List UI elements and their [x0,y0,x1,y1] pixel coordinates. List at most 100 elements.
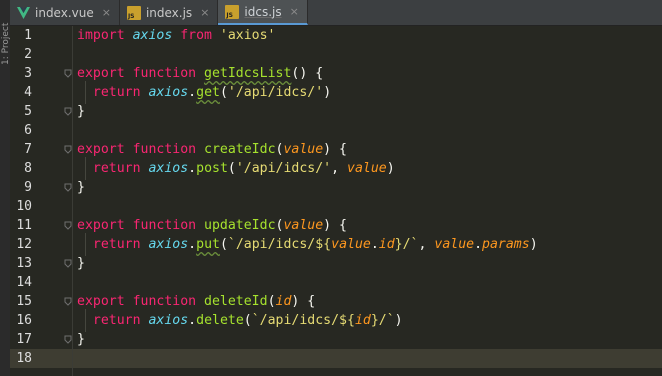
code-token: () { [291,66,324,81]
line-number: 6 [24,123,32,138]
code-token: . [188,85,197,100]
code-token: ) { [323,142,347,157]
code-text: export function updateIdc(value) { [77,216,347,235]
close-icon[interactable]: × [200,6,209,19]
code-token: axios [132,28,173,43]
editor-tab-bar: index.vue × JS index.js × JS idcs.js × [10,0,662,26]
code-token: from [172,28,220,43]
code-line[interactable]: 4 return axios.get('/api/idcs/') [10,83,662,102]
code-token: export function [77,66,205,81]
line-number: 16 [16,313,32,328]
fold-marker-icon[interactable] [64,183,72,192]
code-token: id [354,313,371,328]
code-token: import [77,28,133,43]
vue-icon [17,6,30,19]
code-token: , [331,161,348,176]
code-token: . [188,161,197,176]
code-text: export function getIdcsList() { [77,64,323,83]
tab-index-vue[interactable]: index.vue × [10,0,120,25]
code-line[interactable]: 17} [10,330,662,349]
code-token: id [378,237,395,252]
code-token: }/` [394,237,419,252]
line-number: 8 [24,161,32,176]
code-token: id [275,294,292,309]
code-token: updateIdc [204,218,276,233]
fold-marker-icon[interactable] [64,221,72,230]
code-token: return [92,313,149,328]
line-number: 7 [24,142,32,157]
code-line[interactable]: 5} [10,102,662,121]
line-number: 15 [16,294,32,309]
code-line[interactable]: 11 export function updateIdc(value) { [10,216,662,235]
fold-marker-icon[interactable] [64,69,72,78]
code-line[interactable]: 15 export function deleteId(id) { [10,292,662,311]
fold-marker-icon[interactable] [64,297,72,306]
line-number: 5 [24,104,32,119]
code-text: export function deleteId(id) { [77,292,315,311]
fold-marker-icon[interactable] [64,335,72,344]
indent-guide [85,309,86,332]
code-token: axios [148,313,189,328]
close-icon[interactable]: × [290,5,299,18]
code-token: }/` [370,313,395,328]
code-text: return axios.delete(`/api/idcs/${id}/`) [77,311,403,330]
code-line[interactable]: 3 export function getIdcsList() { [10,64,662,83]
code-line[interactable]: 16 return axios.delete(`/api/idcs/${id}/… [10,311,662,330]
code-token: ) { [291,294,316,309]
code-line[interactable]: 13} [10,254,662,273]
code-token: } [77,332,85,347]
line-number: 4 [24,85,32,100]
js-badge: JS [127,12,135,20]
tab-label: index.js [145,5,193,20]
ide-window: 1: Project index.vue × JS index.js × JS … [0,0,662,376]
code-line[interactable]: 8 return axios.post('/api/idcs/', value) [10,159,662,178]
indent-guide [85,157,86,180]
indent-guide [85,233,86,256]
code-line[interactable]: 14 [10,273,662,292]
fold-marker-icon[interactable] [64,259,72,268]
fold-marker-icon[interactable] [64,145,72,154]
code-token: `/api/idcs/${ [251,313,355,328]
code-token: ) [323,85,332,100]
code-line[interactable]: 1 import axios from 'axios' [10,26,662,45]
tab-idcs-js[interactable]: JS idcs.js × [218,0,308,25]
js-file-icon: JS [126,5,141,20]
tab-index-js[interactable]: JS index.js × [120,0,219,25]
tab-label: index.vue [35,5,94,20]
code-line[interactable]: 12 return axios.put(`/api/idcs/${value.i… [10,235,662,254]
code-token: deleteId [204,294,268,309]
code-text: return axios.get('/api/idcs/') [77,83,331,102]
code-token: . [188,237,197,252]
code-token: params [482,237,530,252]
line-number: 10 [16,199,32,214]
code-token: } [77,256,85,271]
close-icon[interactable]: × [102,6,111,19]
fold-marker-icon[interactable] [64,107,72,116]
code-token: export function [77,142,205,157]
code-token: ( [219,237,228,252]
code-line[interactable]: 10 [10,197,662,216]
code-text: } [77,178,85,197]
code-text: import axios from 'axios' [77,26,276,45]
code-line[interactable]: 6 [10,121,662,140]
code-token: ( [243,313,252,328]
code-token: . [188,313,197,328]
code-token: value [434,237,475,252]
line-number: 11 [16,218,32,233]
indent-guide [85,81,86,104]
code-line[interactable]: 18 [10,349,662,368]
code-line[interactable]: 7 export function createIdc(value) { [10,140,662,159]
code-text: } [77,102,85,121]
code-text: } [77,330,85,349]
code-token: } [77,180,85,195]
code-token: return [92,85,149,100]
code-editor[interactable]: 1 import axios from 'axios' 2 3 export funct… [10,26,662,376]
code-token: `/api/idcs/${ [227,237,332,252]
line-number: 3 [24,66,32,81]
line-number: 9 [24,180,32,195]
line-number: 18 [16,351,32,366]
code-token: delete [196,313,244,328]
code-line[interactable]: 2 [10,45,662,64]
code-line[interactable]: 9} [10,178,662,197]
code-token: } [77,104,85,119]
